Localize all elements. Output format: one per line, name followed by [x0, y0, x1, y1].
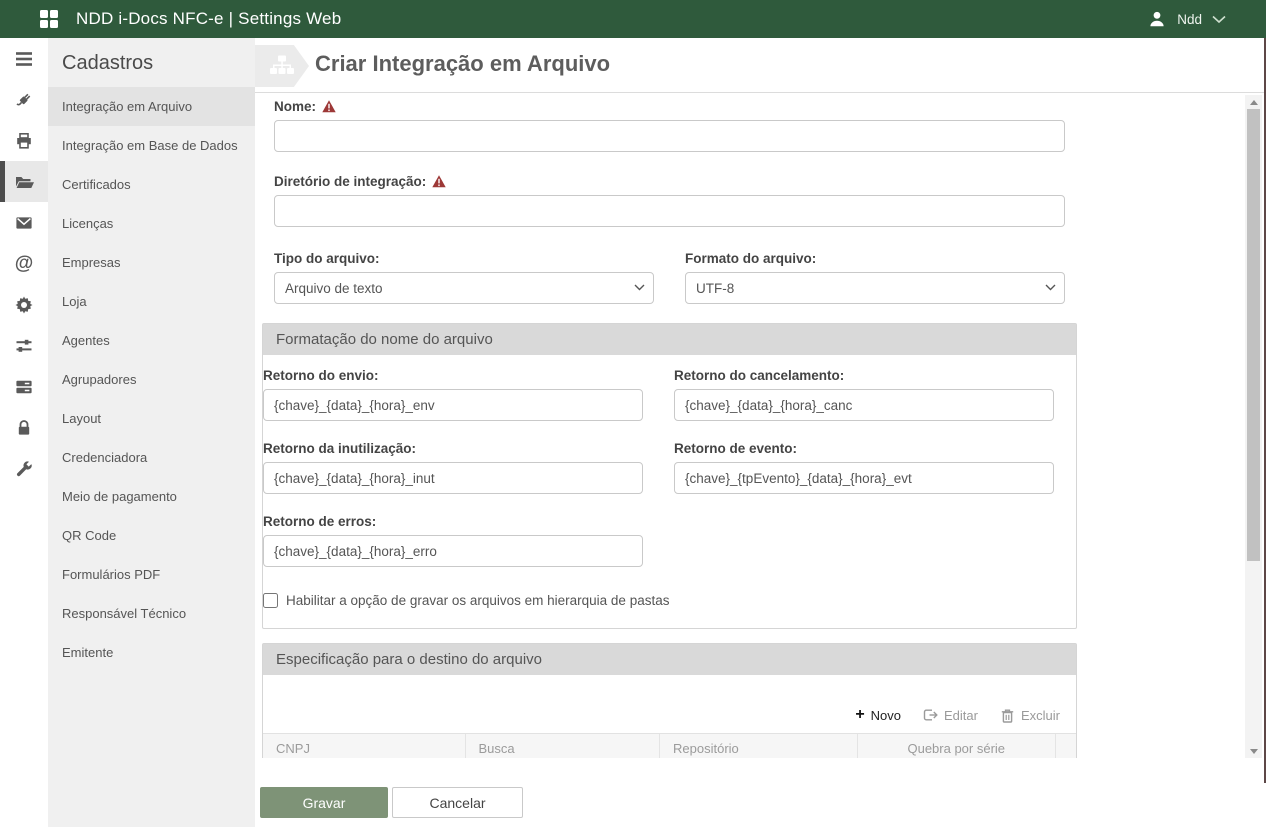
sidebar-item-empresas[interactable]: Empresas: [48, 243, 255, 282]
editar-button[interactable]: Editar: [923, 708, 978, 723]
user-menu[interactable]: Ndd: [1147, 0, 1226, 38]
section-formatacao: Formatação do nome do arquivo Retorno do…: [262, 323, 1077, 629]
plus-icon: +: [855, 707, 864, 723]
nome-label: Nome:: [274, 99, 1065, 114]
destino-table-header: CNPJ Busca Repositório Quebra por série: [263, 733, 1076, 758]
retorno-evento-input[interactable]: [674, 462, 1054, 494]
retorno-erros-input[interactable]: [263, 535, 643, 567]
printer-icon[interactable]: [0, 120, 48, 161]
sidebar-item-meio-pagamento[interactable]: Meio de pagamento: [48, 477, 255, 516]
col-header-repositorio[interactable]: Repositório: [660, 734, 858, 758]
sidebar-item-certificados[interactable]: Certificados: [48, 165, 255, 204]
col-header-busca[interactable]: Busca: [466, 734, 661, 758]
retorno-envio-label: Retorno do envio:: [263, 368, 643, 383]
retorno-cancelamento-label: Retorno do cancelamento:: [674, 368, 1054, 383]
retorno-envio-input[interactable]: [263, 389, 643, 421]
excluir-button[interactable]: Excluir: [1000, 708, 1060, 723]
section-destino-title: Especificação para o destino do arquivo: [263, 644, 1076, 675]
tipo-arquivo-select[interactable]: Arquivo de texto: [274, 272, 654, 304]
hierarquia-pastas-checkbox[interactable]: [263, 593, 278, 608]
formato-arquivo-label: Formato do arquivo:: [685, 251, 1065, 266]
wrench-icon[interactable]: [0, 448, 48, 489]
retorno-erros-label: Retorno de erros:: [263, 514, 643, 529]
sidebar-item-licencas[interactable]: Licenças: [48, 204, 255, 243]
tipo-arquivo-label: Tipo do arquivo:: [274, 251, 654, 266]
main-panel: Criar Integração em Arquivo Nome:: [255, 38, 1266, 827]
section-formatacao-title: Formatação do nome do arquivo: [263, 324, 1076, 355]
at-sign-icon[interactable]: @: [0, 243, 48, 284]
sidebar-item-responsavel-tecnico[interactable]: Responsável Técnico: [48, 594, 255, 633]
sidebar-title: Cadastros: [48, 38, 255, 81]
scroll-down-arrow[interactable]: [1245, 744, 1262, 758]
app-grid-icon[interactable]: [40, 10, 58, 28]
sidebar-item-integracao-arquivo[interactable]: Integração em Arquivo: [48, 87, 255, 126]
action-bar: Gravar Cancelar: [255, 758, 1245, 827]
scroll-up-arrow[interactable]: [1245, 95, 1262, 109]
sidebar-item-formularios-pdf[interactable]: Formulários PDF: [48, 555, 255, 594]
sidebar-item-agrupadores[interactable]: Agrupadores: [48, 360, 255, 399]
hierarquia-pastas-label: Habilitar a opção de gravar os arquivos …: [286, 593, 669, 608]
gravar-button[interactable]: Gravar: [260, 787, 388, 818]
retorno-evento-label: Retorno de evento:: [674, 441, 1054, 456]
retorno-inutilizacao-input[interactable]: [263, 462, 643, 494]
page-header: Criar Integração em Arquivo: [255, 38, 1266, 93]
gear-icon[interactable]: [0, 284, 48, 325]
col-header-quebra-serie[interactable]: Quebra por série: [858, 734, 1056, 758]
cadastros-folder-icon[interactable]: [0, 161, 48, 202]
sidebar-cadastros: Cadastros Integração em Arquivo Integraç…: [48, 38, 255, 827]
menu-toggle-icon[interactable]: [0, 38, 48, 79]
sidebar-item-layout[interactable]: Layout: [48, 399, 255, 438]
edit-icon: [923, 708, 938, 722]
diretorio-label: Diretório de integração:: [274, 174, 1065, 189]
hierarquia-pastas-checkbox-row: Habilitar a opção de gravar os arquivos …: [263, 593, 1076, 608]
form-scroll-area: Nome: Diretório de integração:: [255, 94, 1245, 758]
sliders-icon[interactable]: [0, 325, 48, 366]
retorno-cancelamento-input[interactable]: [674, 389, 1054, 421]
trash-icon: [1000, 708, 1015, 723]
formato-arquivo-select[interactable]: UTF-8: [685, 272, 1065, 304]
col-header-cnpj[interactable]: CNPJ: [263, 734, 466, 758]
sidebar-item-qr-code[interactable]: QR Code: [48, 516, 255, 555]
retorno-inutilizacao-label: Retorno da inutilização:: [263, 441, 643, 456]
top-bar: NDD i-Docs NFC-e | Settings Web Ndd: [0, 0, 1266, 38]
sidebar-item-emitente[interactable]: Emitente: [48, 633, 255, 672]
scrollbar-thumb[interactable]: [1247, 109, 1260, 561]
user-icon: [1147, 9, 1167, 29]
server-icon[interactable]: [0, 366, 48, 407]
cancelar-button[interactable]: Cancelar: [392, 787, 523, 818]
vertical-scrollbar[interactable]: [1245, 95, 1262, 758]
required-warning-icon: [322, 100, 336, 113]
novo-button[interactable]: + Novo: [855, 707, 901, 723]
page-title: Criar Integração em Arquivo: [315, 51, 610, 77]
icon-rail: @: [0, 38, 48, 827]
sidebar-item-loja[interactable]: Loja: [48, 282, 255, 321]
app-window: NDD i-Docs NFC-e | Settings Web Ndd: [0, 0, 1266, 827]
section-destino: Especificação para o destino do arquivo …: [262, 643, 1077, 758]
sidebar-item-credenciadora[interactable]: Credenciadora: [48, 438, 255, 477]
app-title: NDD i-Docs NFC-e | Settings Web: [76, 9, 341, 29]
plug-icon[interactable]: [0, 79, 48, 120]
sitemap-icon: [255, 45, 309, 87]
user-name: Ndd: [1177, 12, 1202, 27]
nome-input[interactable]: [274, 120, 1065, 152]
col-header-spacer: [1056, 734, 1076, 758]
destino-toolbar: + Novo Editar: [263, 707, 1060, 723]
sidebar-item-integracao-base-dados[interactable]: Integração em Base de Dados: [48, 126, 255, 165]
sidebar-item-agentes[interactable]: Agentes: [48, 321, 255, 360]
chevron-down-icon: [1212, 15, 1226, 24]
envelope-icon[interactable]: [0, 202, 48, 243]
diretorio-input[interactable]: [274, 195, 1065, 227]
required-warning-icon: [432, 175, 446, 188]
lock-icon[interactable]: [0, 407, 48, 448]
